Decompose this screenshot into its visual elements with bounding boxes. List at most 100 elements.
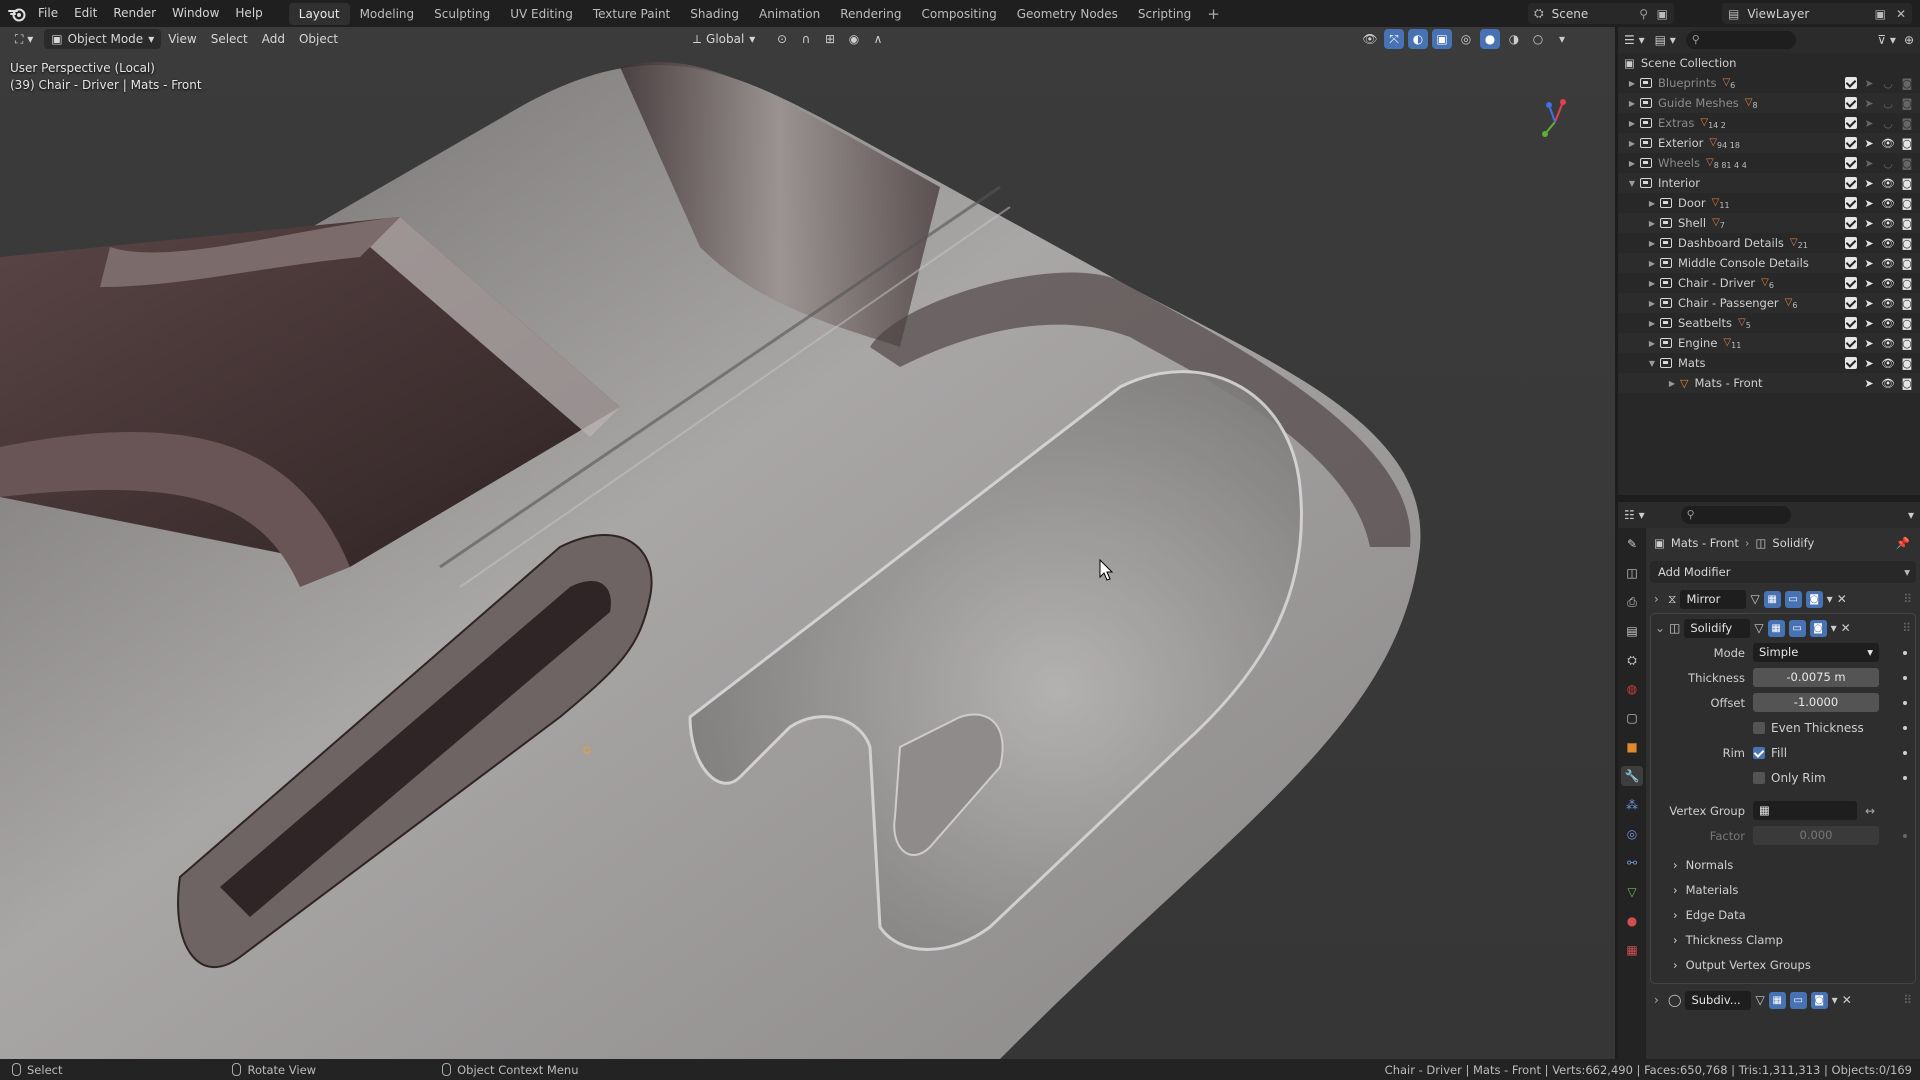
eye-icon[interactable]: 👁	[1881, 297, 1895, 310]
thickness-clamp-subpanel[interactable]: › Thickness Clamp	[1651, 927, 1915, 952]
editor-type-icon[interactable]: ⛶ ▾	[8, 29, 40, 49]
outliner-row[interactable]: ▶ Guide Meshes ▽8 ➤ ◡ ◙	[1618, 93, 1920, 113]
render-toggle-icon[interactable]: ◙	[1805, 590, 1823, 608]
camera-icon[interactable]: ◙	[1900, 217, 1914, 230]
eye-icon[interactable]: 👁	[1881, 317, 1895, 330]
chevron-down-icon[interactable]: ▾	[1552, 29, 1572, 49]
close-icon[interactable]: ✕	[1842, 993, 1852, 1007]
offset-field[interactable]: -1.0000	[1753, 693, 1879, 712]
menu-window[interactable]: Window	[164, 0, 227, 27]
outliner-row[interactable]: ▶ Dashboard Details ▽21 ➤ 👁 ◙	[1618, 233, 1920, 253]
eye-icon[interactable]: 👁	[1881, 257, 1895, 270]
solidify-name-field[interactable]: Solidify	[1684, 618, 1751, 638]
exclude-checkbox[interactable]	[1845, 277, 1857, 289]
fill-checkbox[interactable]	[1753, 746, 1765, 759]
camera-icon[interactable]: ◙	[1900, 277, 1914, 290]
expand-down-icon[interactable]: ▼	[1646, 359, 1658, 368]
material-tab-icon[interactable]: ●	[1621, 911, 1643, 931]
camera-icon[interactable]: ◙	[1900, 157, 1914, 170]
exclude-checkbox[interactable]	[1845, 337, 1857, 349]
transform-orientation-dropdown[interactable]: ⟂ Global ▾	[686, 29, 762, 49]
chevron-down-icon[interactable]: ▾	[1827, 592, 1833, 606]
camera-icon[interactable]: ◙	[1900, 237, 1914, 250]
drag-handle-icon[interactable]: ⠿	[1903, 993, 1912, 1007]
only-rim-checkbox[interactable]	[1753, 771, 1765, 784]
select-arrow-icon[interactable]: ➤	[1862, 177, 1876, 190]
exclude-checkbox[interactable]	[1845, 157, 1857, 169]
tab-scripting[interactable]: Scripting	[1128, 3, 1201, 25]
vertex-cage-icon[interactable]: ▽	[1754, 621, 1763, 635]
physics-tab-icon[interactable]: ◎	[1621, 824, 1643, 844]
render-toggle-icon[interactable]: ◙	[1809, 619, 1827, 637]
menu-object[interactable]: Object	[292, 29, 345, 49]
subdivision-modifier-header[interactable]: › ◯ Subdiv... ▽ ▦ ▭ ◙ ▾ ✕ ⠿	[1650, 988, 1916, 1012]
chevron-down-icon[interactable]: ▾	[1908, 508, 1914, 522]
new-collection-icon[interactable]: ⊕	[1904, 33, 1914, 47]
editor-type-icon[interactable]: ☰ ▾	[1624, 33, 1645, 47]
wireframe-shading-icon[interactable]: ◎	[1456, 29, 1476, 49]
menu-help[interactable]: Help	[227, 0, 270, 27]
outliner-row[interactable]: ▶ Middle Console Details ➤ 👁 ◙	[1618, 253, 1920, 273]
select-arrow-icon[interactable]: ➤	[1862, 77, 1876, 90]
collection-tab-icon[interactable]: ▢	[1621, 708, 1643, 728]
render-tab-icon[interactable]: ◫	[1621, 563, 1643, 583]
eye-icon[interactable]: 👁	[1881, 237, 1895, 250]
eye-icon[interactable]: ◡	[1881, 77, 1895, 90]
object-mode-dropdown[interactable]: ▣ Object Mode ▾	[44, 29, 162, 49]
menu-render[interactable]: Render	[105, 0, 164, 27]
keyframe-dot-icon[interactable]	[1903, 775, 1907, 780]
outliner-row[interactable]: ▼ Interior ➤ 👁 ◙	[1618, 173, 1920, 193]
outliner-row[interactable]: ▶ Shell ▽7 ➤ 👁 ◙	[1618, 213, 1920, 233]
chevron-right-icon[interactable]: ›	[1654, 592, 1664, 606]
keyframe-dot-icon[interactable]	[1903, 700, 1907, 705]
camera-icon[interactable]: ◙	[1900, 197, 1914, 210]
exclude-checkbox[interactable]	[1845, 217, 1857, 229]
keyframe-dot-icon[interactable]	[1903, 833, 1907, 838]
eye-icon[interactable]: ◡	[1881, 117, 1895, 130]
snap-target-icon[interactable]: ⊞	[820, 29, 840, 49]
data-tab-icon[interactable]: ▽	[1621, 882, 1643, 902]
drag-handle-icon[interactable]: ⠿	[1902, 621, 1911, 635]
view-layer-selector[interactable]: ▤ ViewLayer ▣ ✕	[1722, 3, 1912, 24]
tab-sculpting[interactable]: Sculpting	[424, 3, 500, 25]
menu-add[interactable]: Add	[255, 29, 292, 49]
tool-tab-icon[interactable]: ✎	[1621, 534, 1643, 554]
outliner-row[interactable]: ▶ Engine ▽11 ➤ 👁 ◙	[1618, 333, 1920, 353]
camera-icon[interactable]: ◙	[1900, 137, 1914, 150]
expand-right-icon[interactable]: ▶	[1646, 279, 1658, 288]
close-icon[interactable]: ✕	[1841, 621, 1851, 635]
exclude-checkbox[interactable]	[1845, 297, 1857, 309]
scene-tab-icon[interactable]: ⛭	[1621, 650, 1643, 670]
expand-right-icon[interactable]: ▶	[1646, 199, 1658, 208]
visibility-icon[interactable]: 👁	[1360, 29, 1380, 49]
select-arrow-icon[interactable]: ➤	[1862, 237, 1876, 250]
eye-icon[interactable]: 👁	[1881, 277, 1895, 290]
mode-dropdown[interactable]: Simple ▾	[1753, 643, 1879, 662]
outliner-row[interactable]: ▶ Chair - Driver ▽6 ➤ 👁 ◙	[1618, 273, 1920, 293]
edit-mode-toggle-icon[interactable]: ▦	[1768, 991, 1786, 1009]
blender-logo-icon[interactable]	[4, 0, 30, 27]
menu-select[interactable]: Select	[204, 29, 255, 49]
chevron-down-icon[interactable]: ▾	[1832, 993, 1838, 1007]
camera-icon[interactable]: ◙	[1900, 177, 1914, 190]
select-arrow-icon[interactable]: ➤	[1862, 117, 1876, 130]
edge-data-subpanel[interactable]: › Edge Data	[1651, 902, 1915, 927]
gizmo-icon[interactable]: ⤧	[1384, 29, 1404, 49]
tab-compositing[interactable]: Compositing	[911, 3, 1006, 25]
outliner-row[interactable]: ▶ Exterior ▽94 18 ➤ 👁 ◙	[1618, 133, 1920, 153]
tab-layout[interactable]: Layout	[288, 2, 350, 25]
texture-tab-icon[interactable]: ▦	[1621, 940, 1643, 960]
world-tab-icon[interactable]: ◍	[1621, 679, 1643, 699]
eye-icon[interactable]: 👁	[1881, 357, 1895, 370]
eye-icon[interactable]: 👁	[1881, 137, 1895, 150]
mirror-name-field[interactable]: Mirror	[1680, 589, 1747, 609]
expand-right-icon[interactable]: ▶	[1626, 139, 1638, 148]
keyframe-dot-icon[interactable]	[1903, 725, 1907, 730]
render-toggle-icon[interactable]: ◙	[1810, 991, 1828, 1009]
viewport-toggle-icon[interactable]: ▭	[1789, 991, 1807, 1009]
exclude-checkbox[interactable]	[1845, 197, 1857, 209]
exclude-checkbox[interactable]	[1845, 257, 1857, 269]
eye-icon[interactable]: 👁	[1881, 217, 1895, 230]
chevron-down-icon[interactable]: ▾	[1831, 621, 1837, 635]
keyframe-dot-icon[interactable]	[1903, 675, 1907, 680]
